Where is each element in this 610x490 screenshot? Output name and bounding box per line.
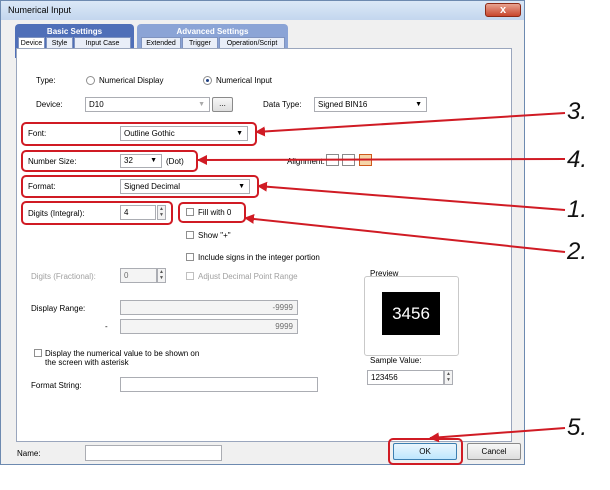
callout-arrow-1	[257, 181, 566, 211]
callout-number-5: 5.	[567, 414, 588, 441]
callout-arrow-4	[197, 154, 566, 165]
callout-arrows	[197, 112, 566, 443]
callout-number-2: 2.	[567, 238, 588, 265]
callout-arrow-3	[255, 112, 566, 137]
callout-number-3: 3.	[567, 98, 588, 125]
callout-arrow-2	[244, 213, 566, 253]
callout-number-4: 4.	[567, 146, 588, 173]
callout-arrow-5	[429, 427, 566, 443]
callout-number-1: 1.	[567, 196, 588, 223]
